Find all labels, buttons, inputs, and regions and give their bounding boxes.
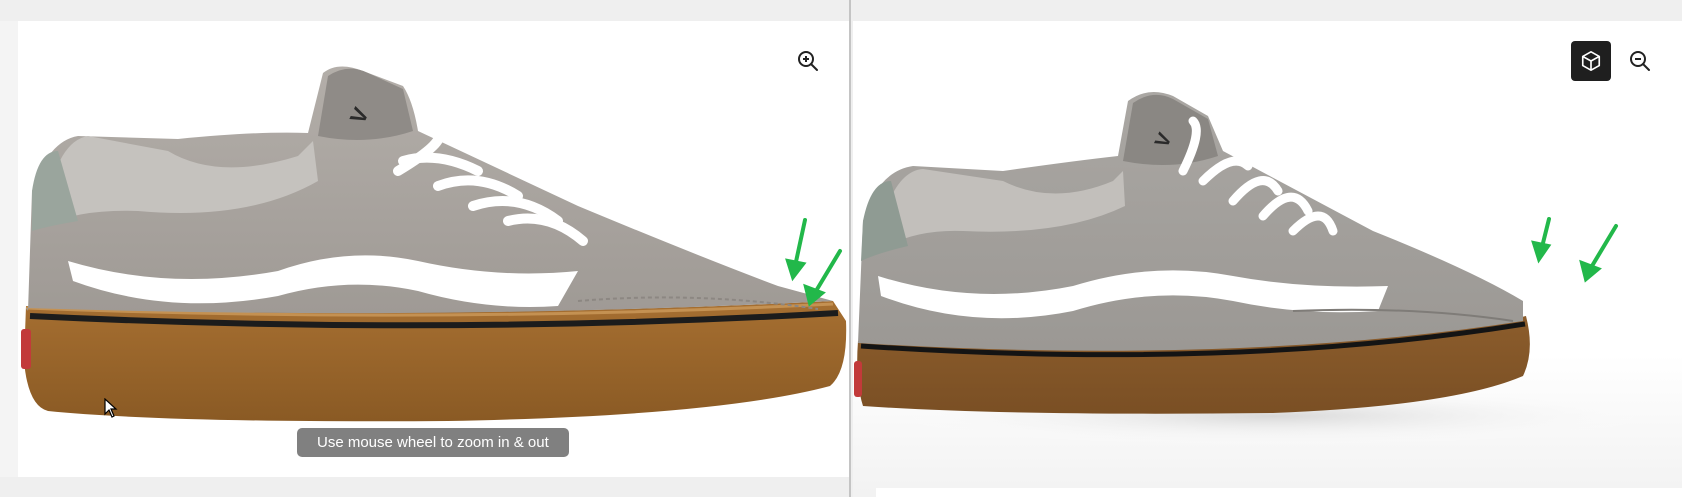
zoom-hint-tooltip: Use mouse wheel to zoom in & out — [297, 428, 569, 457]
zoom-out-icon — [1630, 51, 1650, 71]
mouse-cursor-icon — [104, 398, 118, 418]
left-gutter — [0, 21, 18, 477]
sneaker-3d-render: V — [854, 92, 1673, 446]
photo-viewer-panel[interactable]: V — [18, 21, 850, 477]
cube-icon — [1581, 51, 1601, 71]
zoom-in-button[interactable] — [792, 45, 824, 77]
split-divider[interactable] — [849, 0, 851, 497]
sneaker-photo: V — [21, 66, 847, 422]
zoom-in-icon — [798, 51, 818, 71]
bottom-bar — [876, 488, 1682, 497]
3d-viewer-panel[interactable]: V — [853, 21, 1682, 497]
3d-view-button[interactable] — [1571, 41, 1611, 81]
zoom-out-button[interactable] — [1624, 45, 1656, 77]
